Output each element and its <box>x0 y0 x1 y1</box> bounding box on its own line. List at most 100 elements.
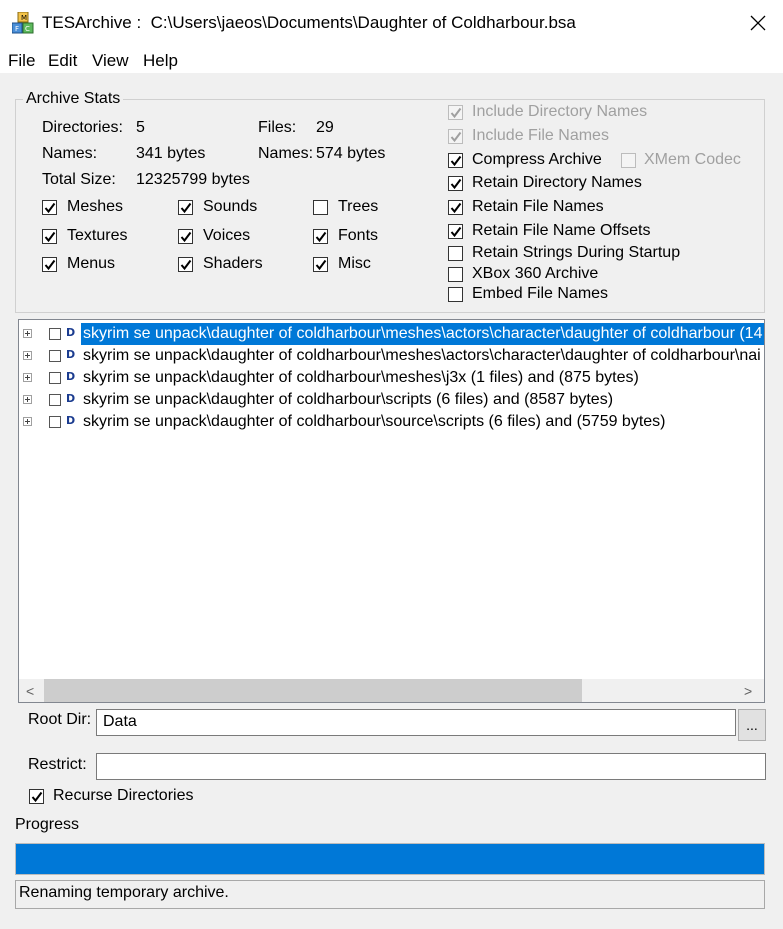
directory-tree[interactable]: Dskyrim se unpack\daughter of coldharbou… <box>18 319 765 703</box>
type-meshes-checkbox[interactable] <box>42 200 57 215</box>
browse-button[interactable]: ... <box>738 709 766 741</box>
restrict-input[interactable] <box>96 753 766 780</box>
type-trees-checkbox[interactable] <box>313 200 328 215</box>
type-trees-label: Trees <box>338 198 379 215</box>
type-meshes-label: Meshes <box>67 198 124 215</box>
progress-label: Progress <box>15 816 80 833</box>
tree-row-checkbox[interactable] <box>49 350 61 362</box>
dir-names-value: 341 bytes <box>136 145 206 162</box>
recurse-directories-checkbox[interactable] <box>29 789 44 804</box>
expand-icon[interactable] <box>23 329 32 338</box>
option-embed-file-names-checkbox[interactable] <box>448 287 463 302</box>
menu-edit[interactable]: Edit <box>48 51 77 71</box>
recurse-directories-label: Recurse Directories <box>53 787 194 804</box>
directories-label: Directories: <box>42 119 123 136</box>
total-size-value: 12325799 bytes <box>136 171 250 188</box>
option-retain-directory-names-label: Retain Directory Names <box>472 174 642 191</box>
archive-stats-title: Archive Stats <box>23 90 124 108</box>
tree-row-checkbox[interactable] <box>49 372 61 384</box>
tree-row-checkbox[interactable] <box>49 416 61 428</box>
type-sounds-checkbox[interactable] <box>178 200 193 215</box>
expand-icon[interactable] <box>23 373 32 382</box>
close-button[interactable] <box>738 6 778 40</box>
tree-row[interactable]: Dskyrim se unpack\daughter of coldharbou… <box>19 411 764 433</box>
menu-view[interactable]: View <box>92 51 129 71</box>
tree-row-label: skyrim se unpack\daughter of coldharbour… <box>83 391 614 408</box>
type-fonts-checkbox[interactable] <box>313 229 328 244</box>
total-size-label: Total Size: <box>42 171 116 188</box>
type-voices-label: Voices <box>203 227 251 244</box>
directories-value: 5 <box>136 119 145 136</box>
files-value: 29 <box>316 119 334 136</box>
svg-text:M: M <box>21 14 27 22</box>
status-bar: Renaming temporary archive. <box>15 880 765 909</box>
tree-row-checkbox[interactable] <box>49 394 61 406</box>
type-sounds-label: Sounds <box>203 198 258 215</box>
scrollbar-thumb[interactable] <box>44 679 582 702</box>
type-menus-label: Menus <box>67 255 116 272</box>
option-xbox-360-archive-checkbox[interactable] <box>448 267 463 282</box>
tree-row-label: skyrim se unpack\daughter of coldharbour… <box>81 323 764 345</box>
dir-names-label: Names: <box>42 145 98 162</box>
option-include-file-names-label: Include File Names <box>472 127 609 144</box>
expand-icon[interactable] <box>23 417 32 426</box>
option-retain-file-name-offsets-checkbox[interactable] <box>448 224 463 239</box>
option-retain-directory-names-checkbox[interactable] <box>448 176 463 191</box>
option-retain-strings-during-startup-checkbox[interactable] <box>448 246 463 261</box>
tree-row-label: skyrim se unpack\daughter of coldharbour… <box>83 347 761 364</box>
archive-stats-group <box>15 99 765 313</box>
option-include-directory-names-label: Include Directory Names <box>472 103 648 120</box>
restrict-label: Restrict: <box>28 756 87 773</box>
menu-help[interactable]: Help <box>143 51 178 71</box>
directory-icon: D <box>66 392 76 405</box>
directory-icon: D <box>66 414 76 427</box>
expand-icon[interactable] <box>23 351 32 360</box>
app-name: TESArchive : <box>42 13 142 32</box>
type-voices-checkbox[interactable] <box>178 229 193 244</box>
tree-row[interactable]: Dskyrim se unpack\daughter of coldharbou… <box>19 323 764 345</box>
tree-row[interactable]: Dskyrim se unpack\daughter of coldharbou… <box>19 389 764 411</box>
menu-bar: File Edit View Help <box>0 46 783 74</box>
file-names-value: 574 bytes <box>316 145 386 162</box>
option-compress-archive-checkbox[interactable] <box>448 153 463 168</box>
tree-row-label: skyrim se unpack\daughter of coldharbour… <box>83 413 666 430</box>
menu-file[interactable]: File <box>8 51 35 71</box>
root-dir-label: Root Dir: <box>28 711 92 728</box>
close-icon <box>750 15 766 31</box>
svg-text:F: F <box>15 25 19 33</box>
tree-row[interactable]: Dskyrim se unpack\daughter of coldharbou… <box>19 367 764 389</box>
type-shaders-checkbox[interactable] <box>178 257 193 272</box>
tree-row[interactable]: Dskyrim se unpack\daughter of coldharbou… <box>19 345 764 367</box>
type-textures-label: Textures <box>67 227 128 244</box>
progress-fill <box>16 844 764 874</box>
option-retain-file-names-checkbox[interactable] <box>448 200 463 215</box>
xmem-codec-checkbox <box>621 153 636 168</box>
option-compress-archive-label: Compress Archive <box>472 151 602 168</box>
file-path: C:\Users\jaeos\Documents\Daughter of Col… <box>150 13 576 32</box>
file-names-label: Names: <box>258 145 314 162</box>
window-title: TESArchive : C:\Users\jaeos\Documents\Da… <box>42 13 576 33</box>
type-misc-label: Misc <box>338 255 371 272</box>
type-misc-checkbox[interactable] <box>313 257 328 272</box>
directory-icon: D <box>66 326 76 339</box>
option-xbox-360-archive-label: XBox 360 Archive <box>472 265 599 282</box>
type-menus-checkbox[interactable] <box>42 257 57 272</box>
type-textures-checkbox[interactable] <box>42 229 57 244</box>
root-dir-input[interactable]: Data <box>96 709 736 736</box>
scroll-left-icon[interactable]: < <box>26 683 34 699</box>
option-embed-file-names-label: Embed File Names <box>472 285 609 302</box>
app-icon: M F C <box>11 11 34 34</box>
expand-icon[interactable] <box>23 395 32 404</box>
type-fonts-label: Fonts <box>338 227 379 244</box>
option-include-directory-names-checkbox <box>448 105 463 120</box>
directory-icon: D <box>66 348 76 361</box>
scroll-right-icon[interactable]: > <box>744 683 752 699</box>
option-retain-file-name-offsets-label: Retain File Name Offsets <box>472 222 651 239</box>
type-shaders-label: Shaders <box>203 255 263 272</box>
tree-row-label: skyrim se unpack\daughter of coldharbour… <box>83 369 639 386</box>
option-include-file-names-checkbox <box>448 129 463 144</box>
option-retain-strings-during-startup-label: Retain Strings During Startup <box>472 244 681 261</box>
directory-icon: D <box>66 370 76 383</box>
tree-row-checkbox[interactable] <box>49 328 61 340</box>
xmem-codec-label: XMem Codec <box>644 151 741 168</box>
